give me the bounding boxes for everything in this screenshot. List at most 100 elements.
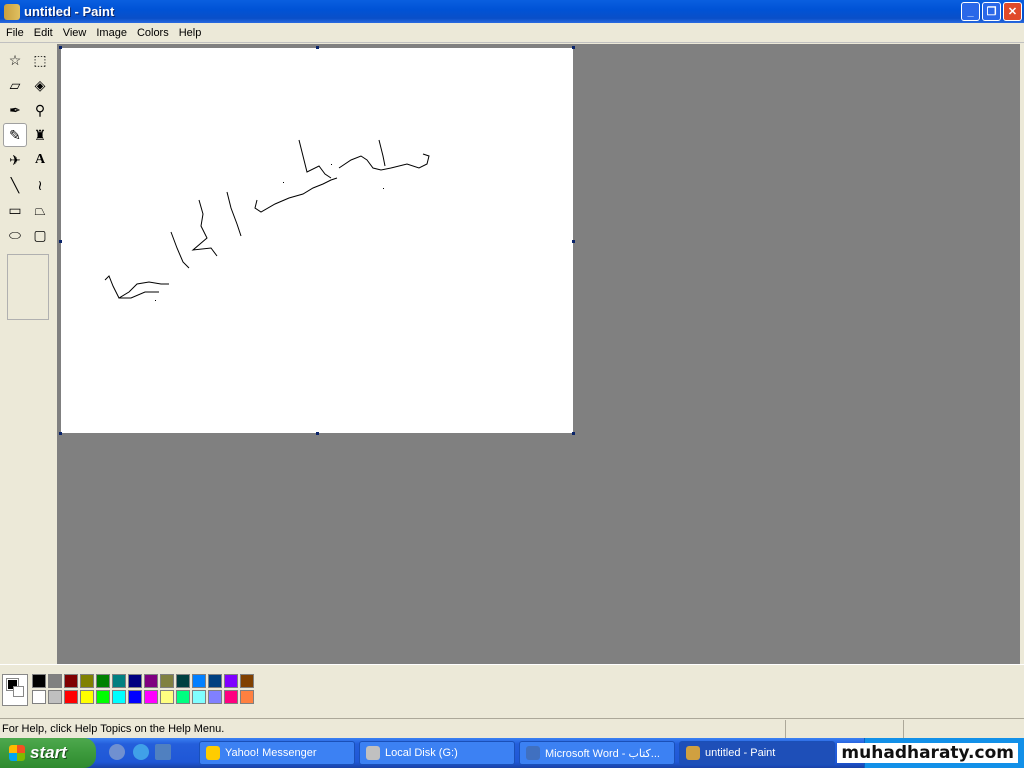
palette-color-swatch[interactable] — [112, 690, 126, 704]
palette-color-swatch[interactable] — [96, 690, 110, 704]
palette-color-swatch[interactable] — [80, 690, 94, 704]
taskbar-item[interactable]: Yahoo! Messenger — [199, 741, 355, 765]
tool-fill-with-color[interactable]: ◈ — [28, 73, 52, 97]
start-label: start — [30, 743, 67, 762]
palette-color-swatch[interactable] — [112, 674, 126, 688]
taskbar-app-icon — [206, 746, 220, 760]
palette-color-swatch[interactable] — [48, 674, 62, 688]
palette-color-swatch[interactable] — [64, 674, 78, 688]
paint-app-icon — [4, 3, 20, 20]
menu-edit[interactable]: Edit — [29, 27, 58, 39]
taskbar-item-label: Microsoft Word - كتاب... — [545, 747, 660, 760]
palette-color-swatch[interactable] — [160, 690, 174, 704]
workspace — [57, 44, 1020, 664]
palette-color-swatch[interactable] — [144, 690, 158, 704]
status-bar: For Help, click Help Topics on the Help … — [0, 718, 1024, 738]
resize-handle — [572, 46, 575, 49]
taskbar: start muhadharaty.com Yahoo! Messenger Lo… — [0, 738, 1024, 768]
resize-handle — [59, 46, 62, 49]
minimize-button[interactable]: _ — [961, 2, 980, 21]
taskbar-app-icon — [526, 746, 540, 760]
tool-polygon[interactable]: ⏢ — [28, 198, 52, 222]
pick-color-icon: ✒ — [9, 101, 21, 118]
palette-color-swatch[interactable] — [32, 674, 46, 688]
status-cell — [785, 719, 903, 738]
tool-eraser[interactable]: ▱ — [3, 73, 27, 97]
palette-color-swatch[interactable] — [144, 674, 158, 688]
quicklaunch-ie-icon[interactable] — [133, 744, 149, 760]
watermark: muhadharaty.com — [837, 743, 1018, 763]
restore-button[interactable]: ❐ — [982, 2, 1001, 21]
close-button[interactable]: ✕ — [1003, 2, 1022, 21]
tool-ellipse[interactable]: ⬭ — [3, 223, 27, 247]
palette-color-swatch[interactable] — [240, 674, 254, 688]
palette-color-swatch[interactable] — [224, 690, 238, 704]
palette-color-swatch[interactable] — [240, 690, 254, 704]
menu-help[interactable]: Help — [174, 27, 207, 39]
system-tray: muhadharaty.com — [837, 738, 1024, 768]
airbrush-icon: ✈ — [9, 151, 21, 168]
palette-color-swatch[interactable] — [80, 674, 94, 688]
palette-color-swatch[interactable] — [32, 690, 46, 704]
tool-curve[interactable]: ≀ — [28, 173, 52, 197]
palette-color-swatch[interactable] — [176, 690, 190, 704]
palette-color-swatch[interactable] — [208, 690, 222, 704]
brush-icon: ♜ — [33, 126, 47, 143]
current-colors — [2, 674, 28, 706]
taskbar-item[interactable]: Local Disk (G:) — [359, 741, 515, 765]
tool-rounded-rectangle[interactable]: ▢ — [28, 223, 52, 247]
fill-with-color-icon: ◈ — [34, 76, 46, 93]
window-title: untitled - Paint — [24, 4, 115, 19]
polygon-icon: ⏢ — [34, 201, 46, 218]
menu-file[interactable]: File — [1, 27, 29, 39]
tool-options-box[interactable] — [7, 254, 49, 320]
toolbox: ☆ ⬚ ▱ ◈ ✒ ⚲ ✎ ♜ ✈ A ╲ ≀ ▭ ⏢ ⬭ ▢ — [0, 44, 57, 664]
eraser-icon: ▱ — [9, 76, 21, 93]
menu-view[interactable]: View — [58, 27, 92, 39]
rounded-rectangle-icon: ▢ — [33, 226, 47, 243]
tool-pick-color[interactable]: ✒ — [3, 98, 27, 122]
tool-text[interactable]: A — [28, 148, 52, 172]
palette-color-swatch[interactable] — [64, 690, 78, 704]
palette-color-swatch[interactable] — [224, 674, 238, 688]
menu-bar: File Edit View Image Colors Help — [0, 23, 1024, 43]
quicklaunch-app-icon[interactable] — [155, 744, 171, 760]
text-icon: A — [34, 152, 46, 167]
palette-color-swatch[interactable] — [96, 674, 110, 688]
line-icon: ╲ — [10, 176, 20, 193]
taskbar-item[interactable]: Microsoft Word - كتاب... — [519, 741, 675, 765]
palette-color-swatch[interactable] — [128, 690, 142, 704]
resize-handle — [316, 46, 319, 49]
status-cell — [903, 719, 1021, 738]
tool-free-form-select[interactable]: ☆ — [3, 48, 27, 72]
menu-image[interactable]: Image — [91, 27, 132, 39]
tool-magnifier[interactable]: ⚲ — [28, 98, 52, 122]
palette-color-swatch[interactable] — [192, 690, 206, 704]
quicklaunch-messenger-icon[interactable] — [109, 744, 125, 760]
resize-handle[interactable] — [572, 240, 575, 243]
taskbar-item[interactable]: untitled - Paint — [679, 741, 835, 765]
drawing-canvas[interactable] — [61, 48, 573, 433]
tool-airbrush[interactable]: ✈ — [3, 148, 27, 172]
resize-handle[interactable] — [316, 432, 319, 435]
menu-colors[interactable]: Colors — [132, 27, 174, 39]
palette-color-swatch[interactable] — [176, 674, 190, 688]
color-palette — [0, 664, 1024, 714]
resize-handle — [59, 240, 62, 243]
palette-color-swatch[interactable] — [48, 690, 62, 704]
resize-handle[interactable] — [572, 432, 575, 435]
resize-handle — [59, 432, 62, 435]
windows-flag-icon — [9, 745, 25, 761]
taskbar-app-icon — [366, 746, 380, 760]
tool-brush[interactable]: ♜ — [28, 123, 52, 147]
tool-rectangle-select[interactable]: ⬚ — [28, 48, 52, 72]
tool-rectangle[interactable]: ▭ — [3, 198, 27, 222]
palette-color-swatch[interactable] — [208, 674, 222, 688]
start-button[interactable]: start — [0, 738, 96, 768]
palette-color-swatch[interactable] — [128, 674, 142, 688]
tool-line[interactable]: ╲ — [3, 173, 27, 197]
tool-pencil[interactable]: ✎ — [3, 123, 27, 147]
palette-color-swatch[interactable] — [192, 674, 206, 688]
taskbar-item-label: untitled - Paint — [705, 747, 776, 759]
palette-color-swatch[interactable] — [160, 674, 174, 688]
